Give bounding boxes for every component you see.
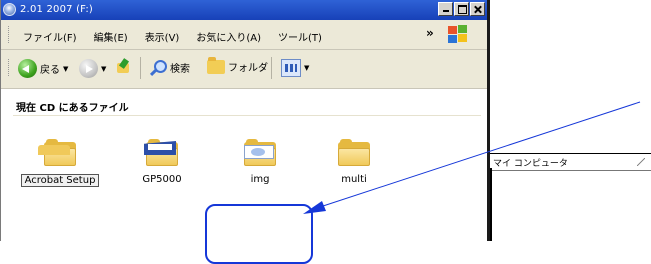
menu-overflow-chevron-icon[interactable]: » [426,26,434,40]
my-computer-window-bar[interactable]: マイ コンピュータ [490,153,651,171]
window-controls [438,2,485,16]
forward-dropdown-icon: ▼ [101,64,107,73]
toolbar: 戻る ▼ ▼ 検索 フォルダ ▼ [1,50,487,89]
views-dropdown-icon: ▼ [304,64,310,72]
menu-items: ファイル(F) 編集(E) 表示(V) お気に入り(A) ツール(T) [23,29,339,44]
views-button[interactable]: ▼ [281,59,309,77]
cd-drive-icon [3,3,16,16]
folders-label: フォルダ [228,63,268,74]
folder-icon [336,139,372,168]
menu-view[interactable]: 表示(V) [145,29,180,44]
back-arrow-icon [18,59,37,78]
folder-item-multi[interactable]: multi [314,139,394,185]
menu-favorites[interactable]: お気に入り(A) [196,29,261,44]
section-divider [13,115,481,116]
toolbar-separator [140,57,141,79]
views-icon [281,59,301,77]
folders-button[interactable]: フォルダ [207,56,268,74]
up-folder-icon [115,59,133,77]
search-label: 検索 [170,64,190,75]
minimize-button[interactable] [438,2,453,16]
folder-label: multi [341,174,367,185]
search-icon [150,59,167,76]
forward-arrow-icon [79,59,98,78]
resize-grip-icon[interactable] [637,158,645,166]
folder-label: Acrobat Setup [20,174,100,187]
toolbar-separator [271,57,272,79]
windows-logo-icon [447,25,467,43]
menu-tools[interactable]: ツール(T) [278,29,322,44]
folders-icon [207,56,225,74]
menu-file[interactable]: ファイル(F) [23,29,77,44]
back-label: 戻る [40,65,60,76]
folder-label: img [250,174,270,185]
folder-label: GP5000 [142,174,182,185]
close-button[interactable] [470,2,485,16]
back-dropdown-icon: ▼ [63,64,69,73]
back-button[interactable]: 戻る ▼ [18,59,68,78]
menu-bar: ファイル(F) 編集(E) 表示(V) お気に入り(A) ツール(T) » [1,20,487,50]
forward-button[interactable]: ▼ [79,59,106,78]
title-bar[interactable]: 2.01 2007 (F:) [1,0,487,20]
folder-icon[interactable] [38,145,70,155]
my-computer-label: マイ コンピュータ [493,159,568,169]
annotation-highlight-box [205,204,313,264]
maximize-button[interactable] [454,2,469,16]
toolbar-grip-icon[interactable] [8,59,11,76]
document-icon[interactable] [244,145,274,159]
window-title: 2.01 2007 (F:) [20,4,94,15]
section-title: 現在 CD にあるファイル [16,103,129,114]
menu-grip-icon[interactable] [8,26,11,43]
up-folder-button[interactable] [115,59,133,77]
menu-edit[interactable]: 編集(E) [94,29,128,44]
search-button[interactable]: 検索 [150,59,190,76]
window-border [490,168,492,241]
